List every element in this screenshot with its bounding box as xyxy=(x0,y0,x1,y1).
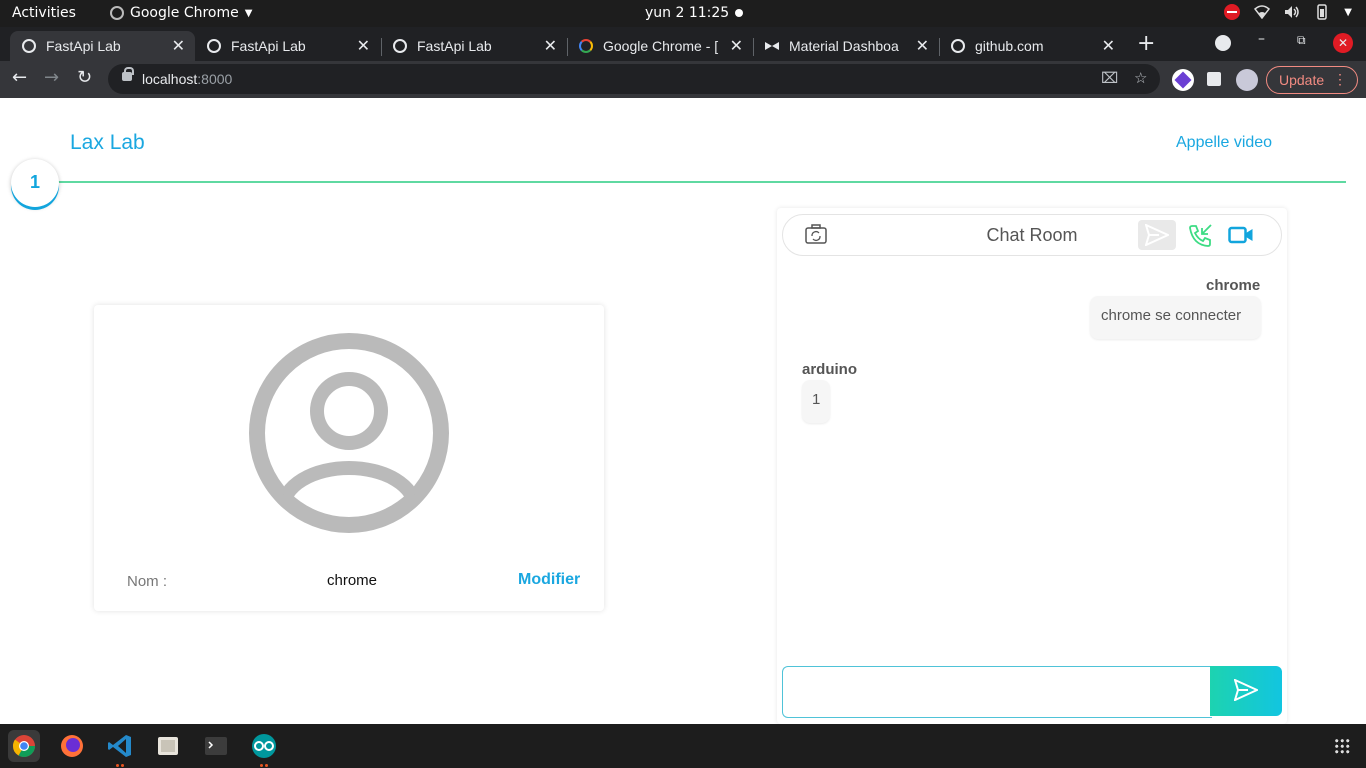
firefox-icon[interactable] xyxy=(56,730,88,762)
translate-icon[interactable]: ⌧ xyxy=(1101,69,1118,87)
send-button-disabled[interactable] xyxy=(1138,220,1176,250)
name-value: chrome xyxy=(327,572,378,589)
update-button[interactable]: Update ⋮ xyxy=(1266,66,1358,94)
running-indicator xyxy=(265,764,268,767)
close-icon[interactable]: ✕ xyxy=(544,36,557,56)
name-label: Nom : xyxy=(127,573,168,590)
running-indicator xyxy=(260,764,263,767)
show-applications-icon[interactable] xyxy=(1334,738,1350,754)
globe-icon xyxy=(393,39,407,53)
notification-dot xyxy=(735,9,743,17)
phone-battery-icon xyxy=(1317,4,1328,20)
brand-logo[interactable]: Lax Lab xyxy=(70,131,145,155)
tab-google-chrome[interactable]: Google Chrome - [ ✕ xyxy=(567,31,753,61)
modify-button[interactable]: Modifier xyxy=(518,571,580,589)
taskbar-dock xyxy=(0,724,1366,768)
chrome-icon xyxy=(110,6,124,20)
extension-icon[interactable] xyxy=(1172,69,1194,91)
globe-icon xyxy=(22,39,36,53)
tab-title: Material Dashboa xyxy=(789,38,899,54)
lock-icon xyxy=(122,67,134,81)
address-bar[interactable]: localhost:8000 ⌧ ☆ xyxy=(108,64,1160,94)
message-bubble: chrome se connecter xyxy=(1090,296,1261,339)
chat-panel: Chat Room chrome chrome se connecter ard… xyxy=(777,208,1287,724)
tab-title: FastApi Lab xyxy=(46,38,121,54)
close-icon[interactable]: ✕ xyxy=(172,36,185,56)
tab-fastapi-lab-3[interactable]: FastApi Lab ✕ xyxy=(381,31,567,61)
network-icon xyxy=(1254,5,1271,19)
tab-title: Google Chrome - [ xyxy=(603,38,719,54)
chat-header: Chat Room xyxy=(782,214,1282,256)
send-icon xyxy=(1234,679,1258,701)
send-icon xyxy=(1145,224,1169,246)
incoming-call-icon[interactable] xyxy=(1187,223,1213,249)
new-tab-button[interactable]: + xyxy=(1137,31,1155,56)
header-divider xyxy=(58,181,1346,183)
user-avatar-icon xyxy=(249,333,449,533)
video-call-link[interactable]: Appelle video xyxy=(1176,134,1272,152)
reload-button[interactable]: ↻ xyxy=(77,67,92,88)
video-camera-icon[interactable] xyxy=(1228,225,1254,245)
chevron-down-icon: ▼ xyxy=(1344,6,1352,18)
tab-title: FastApi Lab xyxy=(417,38,492,54)
minimize-button[interactable]: – xyxy=(1258,31,1265,47)
close-icon[interactable]: ✕ xyxy=(1102,36,1115,56)
system-top-bar: Activities Google Chrome ▼ yun 2 11:25 ▼ xyxy=(0,0,1366,27)
chat-send-button[interactable] xyxy=(1210,666,1282,716)
volume-icon xyxy=(1285,6,1300,18)
url-text[interactable]: localhost:8000 xyxy=(142,71,232,87)
globe-icon xyxy=(951,39,965,53)
clock[interactable]: yun 2 11:25 xyxy=(645,5,729,21)
arduino-icon[interactable] xyxy=(248,730,280,762)
tab-title: github.com xyxy=(975,38,1044,54)
update-label: Update xyxy=(1279,72,1325,88)
page-content: Lax Lab Appelle video 1 Nom : chrome Mod… xyxy=(0,99,1366,724)
profile-card: Nom : chrome Modifier xyxy=(94,305,604,611)
tab-search-button[interactable] xyxy=(1215,35,1231,51)
files-icon[interactable] xyxy=(152,730,184,762)
window-close-button[interactable]: ✕ xyxy=(1333,33,1353,53)
tab-fastapi-lab-1[interactable]: FastApi Lab ✕ xyxy=(10,31,195,61)
step-badge: 1 xyxy=(11,159,59,207)
bookmark-star-icon[interactable]: ☆ xyxy=(1134,69,1147,87)
message-author: arduino xyxy=(802,361,857,378)
app-menu[interactable]: Google Chrome ▼ xyxy=(110,5,252,21)
app-menu-label: Google Chrome xyxy=(130,5,239,21)
tab-github[interactable]: github.com ✕ xyxy=(939,31,1125,61)
maximize-button[interactable]: ⧉ xyxy=(1297,33,1306,48)
chevron-down-icon: ▼ xyxy=(244,7,253,19)
close-icon[interactable]: ✕ xyxy=(916,36,929,56)
back-button[interactable]: ← xyxy=(12,67,27,88)
terminal-icon[interactable] xyxy=(200,730,232,762)
chat-message-input[interactable] xyxy=(782,666,1212,718)
chrome-icon[interactable] xyxy=(8,730,40,762)
tab-material-dashboard[interactable]: Material Dashboa ✕ xyxy=(753,31,939,61)
message-bubble: 1 xyxy=(802,380,830,423)
tab-strip: FastApi Lab ✕ FastApi Lab ✕ FastApi Lab … xyxy=(0,27,1366,61)
bowtie-icon xyxy=(765,42,779,50)
running-indicator xyxy=(116,764,119,767)
system-tray[interactable]: ▼ xyxy=(1224,4,1352,20)
tab-fastapi-lab-2[interactable]: FastApi Lab ✕ xyxy=(195,31,380,61)
globe-icon xyxy=(207,39,221,53)
chrome-icon xyxy=(579,39,593,53)
do-not-disturb-icon xyxy=(1224,4,1241,20)
extensions-puzzle-icon[interactable] xyxy=(1204,69,1226,91)
profile-avatar[interactable] xyxy=(1236,69,1258,91)
close-icon[interactable]: ✕ xyxy=(730,36,743,56)
tab-title: FastApi Lab xyxy=(231,38,306,54)
more-menu-icon: ⋮ xyxy=(1333,71,1347,87)
message-author: chrome xyxy=(1206,277,1261,294)
vscode-icon[interactable] xyxy=(104,730,136,762)
close-icon[interactable]: ✕ xyxy=(357,36,370,56)
running-indicator xyxy=(121,764,124,767)
activities-button[interactable]: Activities xyxy=(12,5,76,21)
browser-toolbar: ← → ↻ localhost:8000 ⌧ ☆ Update ⋮ xyxy=(0,61,1366,98)
forward-button[interactable]: → xyxy=(44,67,59,88)
